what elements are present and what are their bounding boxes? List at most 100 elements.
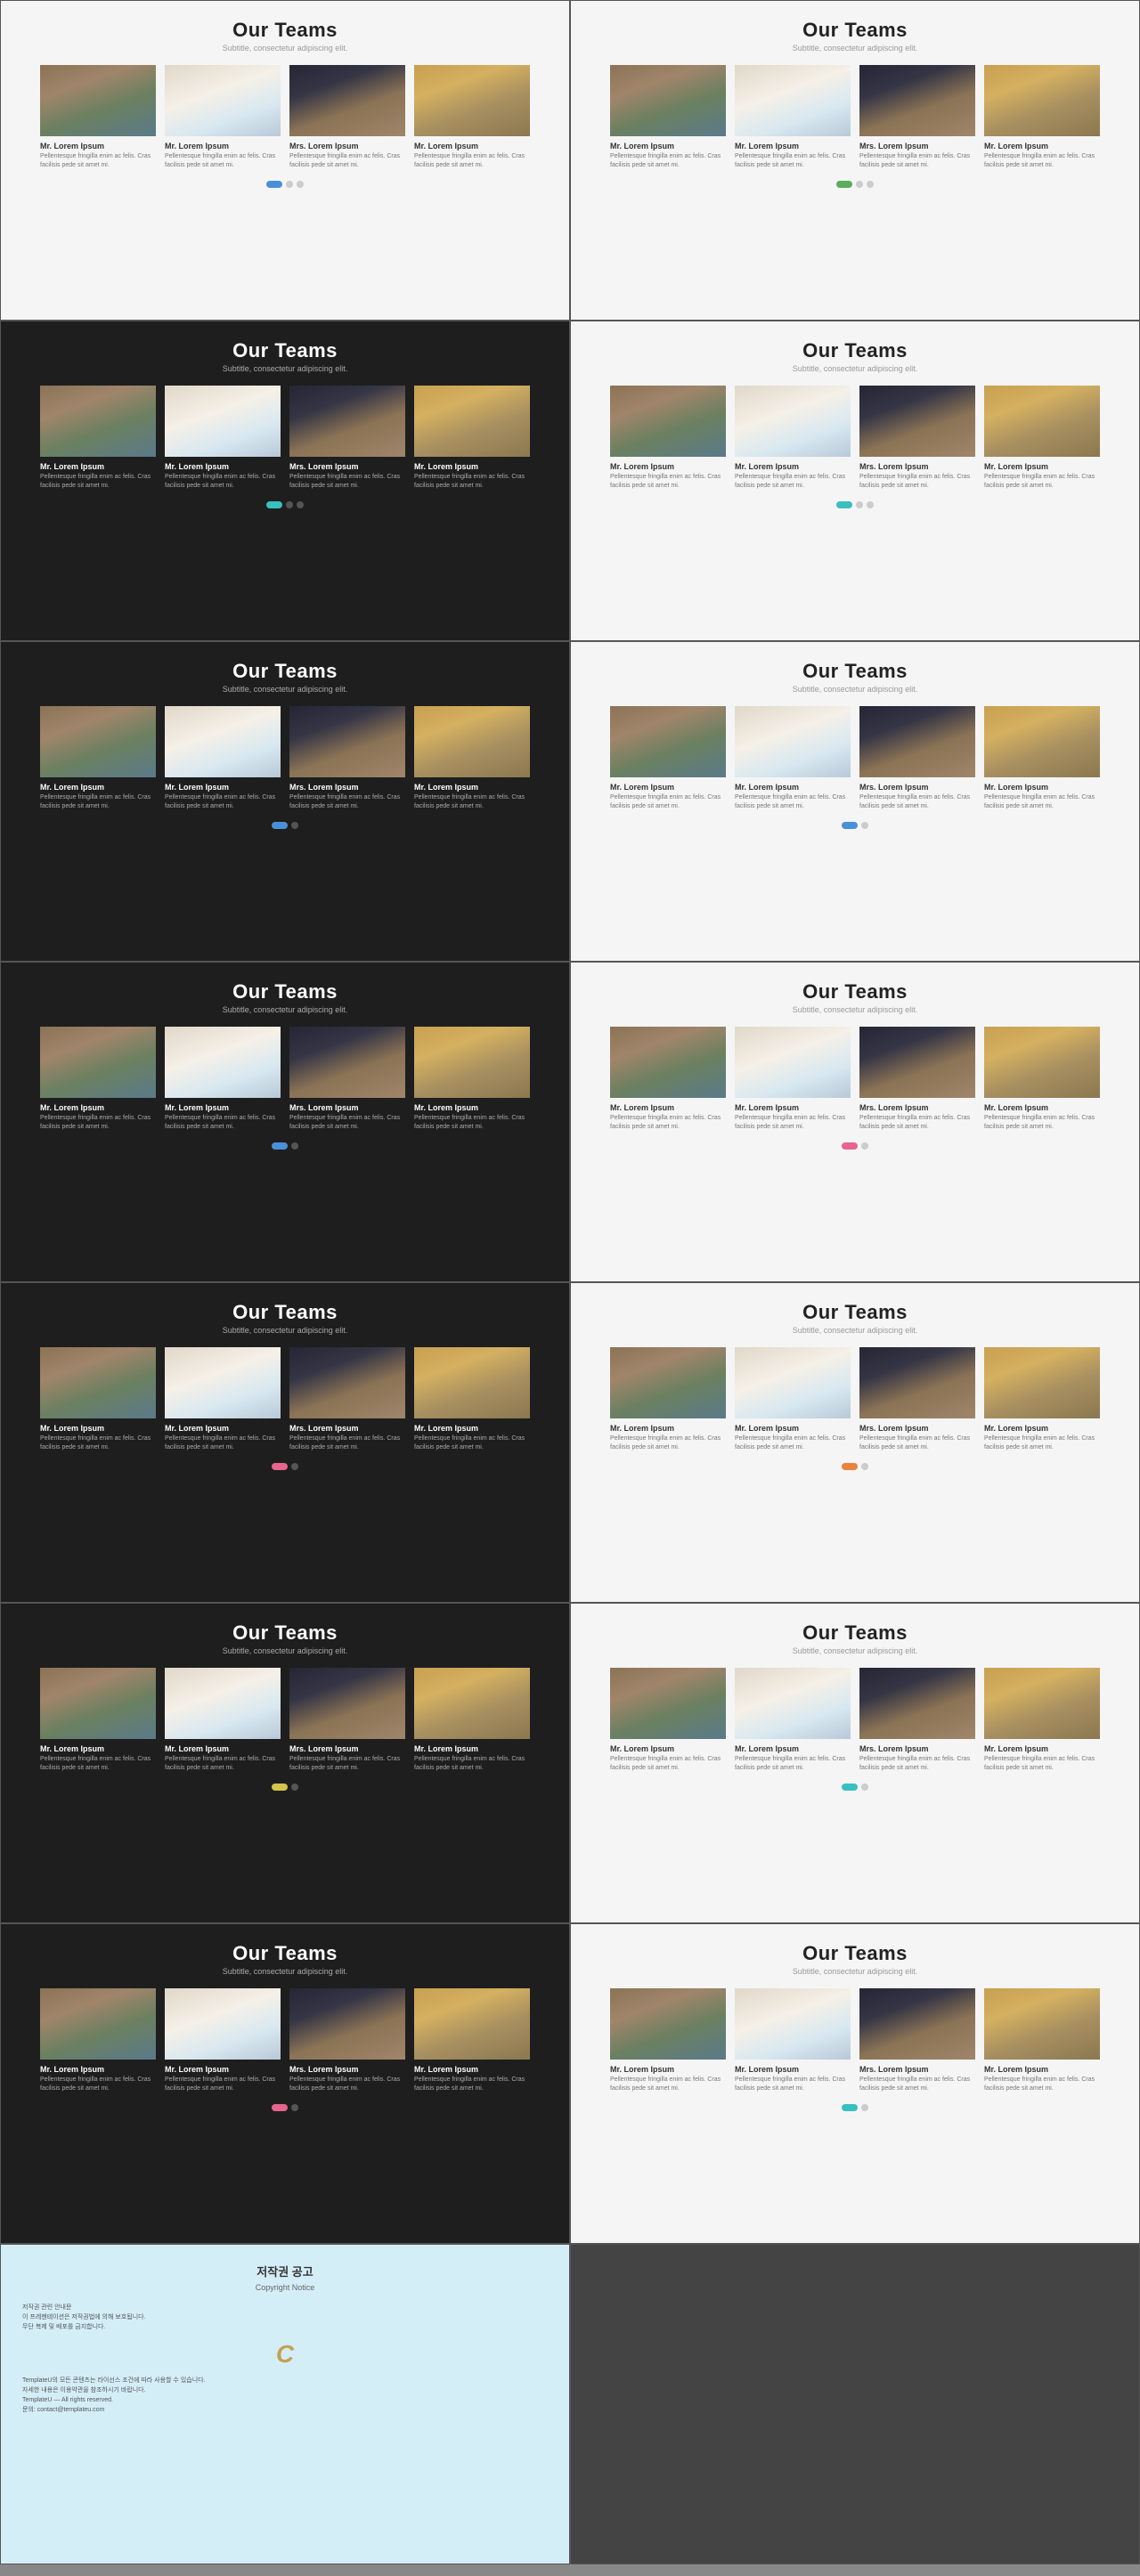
member-4: Mr. Lorem Ipsum Pellentesque fringilla e…	[414, 706, 530, 811]
member-name: Mr. Lorem Ipsum	[165, 1103, 281, 1112]
member-4-desc: Pellentesque fringilla enim ac felis. Cr…	[414, 152, 530, 170]
member-desc: Pellentesque fringilla enim ac felis. Cr…	[984, 473, 1100, 491]
member-name: Mr. Lorem Ipsum	[984, 2065, 1100, 2074]
member-photo	[414, 1668, 530, 1739]
slide-1-indicator	[22, 181, 548, 188]
team-grid-9: Mr. Lorem Ipsum Pellentesque fringilla e…	[22, 1347, 548, 1452]
member-name: Mr. Lorem Ipsum	[414, 1103, 530, 1112]
member-1: Mr. Lorem Ipsum Pellentesque fringilla e…	[40, 1347, 156, 1452]
member-desc: Pellentesque fringilla enim ac felis. Cr…	[735, 1434, 851, 1452]
member-1: Mr. Lorem Ipsum Pellentesque fringilla e…	[610, 1668, 726, 1773]
team-grid-11: Mr. Lorem Ipsum Pellentesque fringilla e…	[22, 1668, 548, 1773]
slide-6: Our Teams Subtitle, consectetur adipisci…	[570, 641, 1140, 962]
member-name: Mrs. Lorem Ipsum	[859, 462, 975, 471]
indicator-dot-active	[842, 1142, 858, 1150]
indicator-dot	[861, 1142, 868, 1150]
member-1: Mr. Lorem Ipsum Pellentesque fringilla e…	[610, 706, 726, 811]
member-desc: Pellentesque fringilla enim ac felis. Cr…	[610, 2076, 726, 2093]
member-desc: Pellentesque fringilla enim ac felis. Cr…	[40, 1114, 156, 1132]
team-grid-1: Mr. Lorem Ipsum Pellentesque fringilla e…	[22, 65, 548, 170]
member-name: Mrs. Lorem Ipsum	[859, 1103, 975, 1112]
slide-10-indicator	[592, 1463, 1118, 1470]
member-photo	[735, 1347, 851, 1418]
member-name: Mr. Lorem Ipsum	[735, 1103, 851, 1112]
member-1: Mr. Lorem Ipsum Pellentesque fringilla e…	[610, 1347, 726, 1452]
team-grid-4: Mr. Lorem Ipsum Pellentesque fringilla e…	[592, 386, 1118, 491]
member-desc: Pellentesque fringilla enim ac felis. Cr…	[40, 2076, 156, 2093]
member-name: Mr. Lorem Ipsum	[610, 2065, 726, 2074]
member-desc: Pellentesque fringilla enim ac felis. Cr…	[859, 2076, 975, 2093]
member-photo	[165, 1988, 281, 2060]
member-desc: Pellentesque fringilla enim ac felis. Cr…	[165, 1434, 281, 1452]
slide-2-subtitle: Subtitle, consectetur adipiscing elit.	[592, 44, 1118, 53]
member-desc: Pellentesque fringilla enim ac felis. Cr…	[165, 793, 281, 811]
member-2: Mr. Lorem Ipsum Pellentesque fringilla e…	[165, 386, 281, 491]
indicator-dot-active	[266, 181, 282, 188]
member-desc: Pellentesque fringilla enim ac felis. Cr…	[735, 2076, 851, 2093]
slide-3-subtitle: Subtitle, consectetur adipiscing elit.	[22, 364, 548, 373]
member-name: Mrs. Lorem Ipsum	[289, 1424, 405, 1433]
member-4: Mr. Lorem Ipsum Pellentesque fringilla e…	[984, 1668, 1100, 1773]
slide-12-title: Our Teams	[592, 1621, 1118, 1645]
slide-7-title: Our Teams	[22, 980, 548, 1004]
member-4: Mr. Lorem Ipsum Pellentesque fringilla e…	[984, 706, 1100, 811]
member-3: Mrs. Lorem Ipsum Pellentesque fringilla …	[289, 65, 405, 170]
member-3: Mrs. Lorem Ipsum Pellentesque fringilla …	[859, 1988, 975, 2093]
member-2: Mr. Lorem Ipsum Pellentesque fringilla e…	[735, 1988, 851, 2093]
member-2: Mr. Lorem Ipsum Pellentesque fringilla e…	[735, 1027, 851, 1132]
team-grid-2: Mr. Lorem Ipsum Pellentesque fringilla e…	[592, 65, 1118, 170]
footer-slide-right	[570, 2244, 1140, 2564]
member-name: Mr. Lorem Ipsum	[40, 462, 156, 471]
member-name: Mr. Lorem Ipsum	[735, 142, 851, 150]
slide-11: Our Teams Subtitle, consectetur adipisci…	[0, 1603, 570, 1923]
member-desc: Pellentesque fringilla enim ac felis. Cr…	[289, 1755, 405, 1773]
team-grid-3: Mr. Lorem Ipsum Pellentesque fringilla e…	[22, 386, 548, 491]
member-photo	[859, 1668, 975, 1739]
slide-11-subtitle: Subtitle, consectetur adipiscing elit.	[22, 1646, 548, 1655]
member-photo-1	[610, 65, 726, 136]
member-name: Mr. Lorem Ipsum	[165, 783, 281, 792]
indicator-dot	[861, 1463, 868, 1470]
member-photo	[984, 706, 1100, 777]
member-4: Mr. Lorem Ipsum Pellentesque fringilla e…	[414, 1027, 530, 1132]
indicator-dot	[291, 2104, 298, 2111]
team-grid-8: Mr. Lorem Ipsum Pellentesque fringilla e…	[592, 1027, 1118, 1132]
member-photo	[984, 1668, 1100, 1739]
member-name: Mrs. Lorem Ipsum	[859, 783, 975, 792]
slide-4-indicator	[592, 501, 1118, 508]
member-name: Mrs. Lorem Ipsum	[289, 462, 405, 471]
member-desc: Pellentesque fringilla enim ac felis. Cr…	[289, 473, 405, 491]
member-1: Mr. Lorem Ipsum Pellentesque fringilla e…	[610, 1027, 726, 1132]
slide-12-subtitle: Subtitle, consectetur adipiscing elit.	[592, 1646, 1118, 1655]
member-name: Mr. Lorem Ipsum	[40, 1424, 156, 1433]
member-4: Mr. Lorem Ipsum Pellentesque fringilla e…	[414, 1668, 530, 1773]
indicator-dot	[861, 822, 868, 829]
slide-10: Our Teams Subtitle, consectetur adipisci…	[570, 1282, 1140, 1603]
indicator-dot	[297, 181, 304, 188]
member-3: Mrs. Lorem Ipsum Pellentesque fringilla …	[289, 1668, 405, 1773]
member-3: Mrs. Lorem Ipsum Pellentesque fringilla …	[289, 386, 405, 491]
member-desc: Pellentesque fringilla enim ac felis. Cr…	[165, 1114, 281, 1132]
member-desc: Pellentesque fringilla enim ac felis. Cr…	[610, 793, 726, 811]
member-photo	[40, 1347, 156, 1418]
indicator-dot	[867, 181, 874, 188]
slide-8: Our Teams Subtitle, consectetur adipisci…	[570, 962, 1140, 1282]
indicator-dot	[867, 501, 874, 508]
member-name: Mr. Lorem Ipsum	[165, 462, 281, 471]
member-photo-2	[735, 65, 851, 136]
member-photo	[289, 1988, 405, 2060]
member-desc: Pellentesque fringilla enim ac felis. Cr…	[289, 2076, 405, 2093]
member-1: Mr. Lorem Ipsum Pellentesque fringilla e…	[40, 1668, 156, 1773]
member-desc: Pellentesque fringilla enim ac felis. Cr…	[289, 1434, 405, 1452]
footer-copy: Copyright Notice	[22, 2283, 548, 2292]
member-name: Mr. Lorem Ipsum	[610, 1744, 726, 1753]
slide-1-title: Our Teams	[22, 19, 548, 42]
member-2: Mr. Lorem Ipsum Pellentesque fringilla e…	[165, 1027, 281, 1132]
slide-2-indicator	[592, 181, 1118, 188]
member-1: Mr. Lorem Ipsum Pellentesque fringilla e…	[40, 706, 156, 811]
member-photo	[735, 386, 851, 457]
member-photo	[414, 386, 530, 457]
slide-4-title: Our Teams	[592, 339, 1118, 362]
member-photo	[735, 1988, 851, 2060]
member-name: Mr. Lorem Ipsum	[610, 142, 726, 150]
